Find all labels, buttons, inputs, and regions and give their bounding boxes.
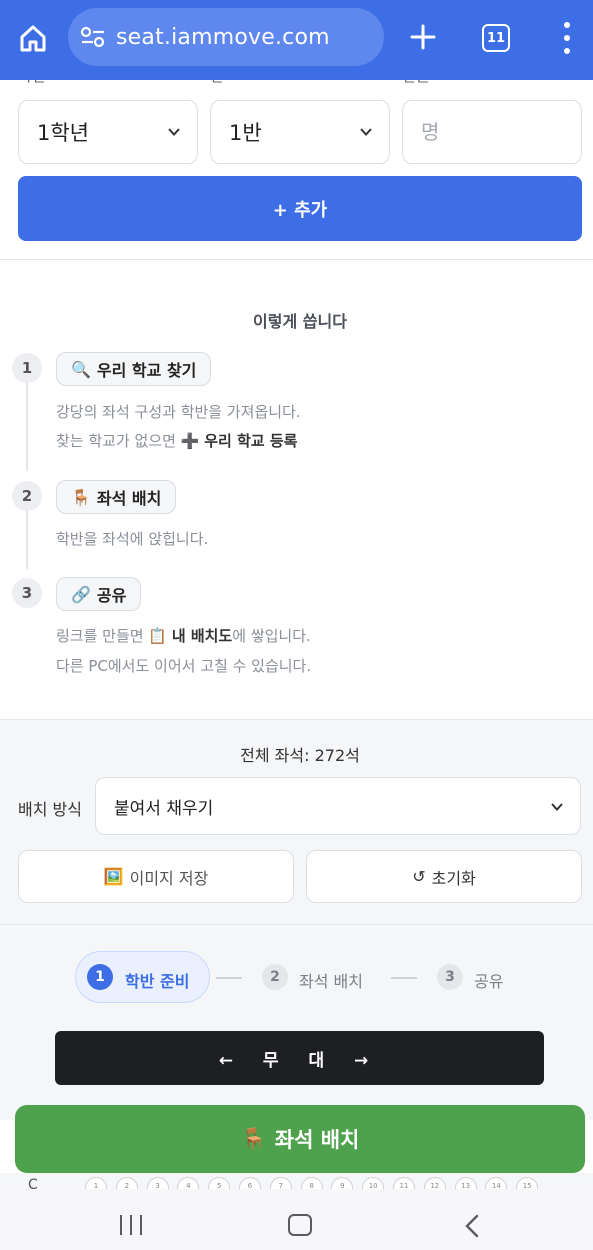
seat[interactable]: 4: [177, 1177, 200, 1189]
site-settings-icon[interactable]: [80, 26, 106, 48]
chevron-down-icon: [360, 128, 372, 136]
register-school-link[interactable]: 우리 학교 등록: [204, 432, 297, 450]
class-select[interactable]: 1반: [210, 100, 390, 164]
class-label: 반: [210, 80, 224, 92]
chip-label: 공유: [96, 586, 127, 605]
seat[interactable]: 5: [208, 1177, 231, 1189]
count-input[interactable]: [421, 120, 561, 144]
save-image-button[interactable]: 🖼️ 이미지 저장: [18, 850, 294, 903]
tab-switcher-button[interactable]: 11: [482, 24, 510, 52]
progress-step-1-label: 학반 준비: [125, 972, 190, 991]
placement-mode-select[interactable]: 붙여서 채우기: [95, 777, 581, 835]
seat[interactable]: 11: [393, 1177, 415, 1189]
reset-label: 초기화: [431, 868, 476, 888]
picture-icon: 🖼️: [103, 867, 124, 886]
stage-bar: ← 무 대 →: [55, 1031, 544, 1085]
url-text: seat.iammove.com: [116, 24, 330, 50]
seat[interactable]: 7: [269, 1177, 292, 1189]
section-divider: [0, 924, 593, 925]
seat[interactable]: 8: [300, 1177, 323, 1189]
total-seats-text: 전체 좌석: 272석: [240, 746, 360, 765]
step-number-2: 2: [12, 481, 42, 511]
progress-step-3-label[interactable]: 공유: [474, 968, 503, 992]
plus-icon: ➕: [180, 432, 200, 450]
chevron-down-icon: [168, 128, 180, 136]
seat[interactable]: 13: [454, 1177, 477, 1189]
howto-title: 이렇게 씁니다: [253, 312, 347, 331]
step-1-desc-line-2: 찾는 학교가 없으면 ➕ 우리 학교 등록: [56, 432, 298, 450]
grade-select[interactable]: 1학년: [18, 100, 198, 164]
seat[interactable]: 10: [362, 1177, 385, 1189]
progress-separator: [391, 977, 417, 979]
progress-step-2-number[interactable]: 2: [262, 964, 288, 990]
step-connector: [26, 383, 28, 471]
seat-preview-strip: C 1 2 3 4 5 6 7 8 9 10 11 12 13 14 15: [0, 1173, 593, 1189]
class-select-value: 1반: [229, 121, 262, 145]
clipboard-icon: 📋: [148, 627, 168, 645]
my-layouts-link[interactable]: 내 배치도: [172, 627, 232, 645]
seat[interactable]: 1: [85, 1177, 107, 1189]
step-connector: [26, 511, 28, 569]
save-image-label: 이미지 저장: [129, 868, 209, 888]
seat-layout-fab[interactable]: 🪑 좌석 배치: [15, 1105, 585, 1173]
step-number-1: 1: [12, 353, 42, 383]
progress-step-1-number: 1: [87, 964, 113, 990]
chip-label: 좌석 배치: [96, 489, 162, 508]
step-2-desc: 학반을 좌석에 앉힙니다.: [56, 530, 209, 548]
link-icon: 🔗: [71, 584, 91, 604]
share-chip[interactable]: 🔗 공유: [56, 577, 142, 611]
back-icon[interactable]: [462, 1214, 482, 1238]
fab-label: 좌석 배치: [274, 1128, 360, 1152]
chair-icon: 🪑: [240, 1126, 267, 1151]
grade-label: 학년: [18, 80, 46, 92]
more-menu-icon[interactable]: [556, 22, 578, 54]
row-letter: C: [28, 1177, 38, 1189]
seat[interactable]: 9: [331, 1177, 354, 1189]
step-3-desc-line-2: 다른 PC에서도 이어서 고칠 수 있습니다.: [56, 657, 312, 675]
reset-button[interactable]: ↺ 초기화: [306, 850, 582, 903]
section-divider: [0, 719, 593, 720]
new-tab-icon[interactable]: [404, 18, 442, 56]
recent-apps-icon[interactable]: [120, 1215, 142, 1235]
chevron-down-icon: [551, 803, 563, 811]
step-1-desc-line-1: 강당의 좌석 구성과 학반을 가져옵니다.: [56, 403, 301, 421]
reset-icon: ↺: [412, 867, 426, 886]
placement-mode-label: 배치 방식: [18, 800, 82, 819]
seat[interactable]: 15: [516, 1177, 539, 1189]
seat[interactable]: 2: [115, 1177, 138, 1189]
placement-mode-value: 붙여서 채우기: [114, 798, 214, 819]
progress-step-3-number[interactable]: 3: [437, 964, 463, 990]
browser-toolbar: seat.iammove.com 11: [0, 0, 593, 80]
seat[interactable]: 3: [146, 1177, 169, 1189]
chair-icon: 🪑: [71, 487, 91, 507]
progress-step-2-label[interactable]: 좌석 배치: [299, 968, 363, 992]
chip-label: 우리 학교 찾기: [96, 361, 197, 380]
count-label: 인원: [402, 80, 430, 92]
address-bar[interactable]: seat.iammove.com: [68, 8, 384, 66]
grade-select-value: 1학년: [37, 121, 90, 145]
step-number-3: 3: [12, 578, 42, 608]
home-icon[interactable]: [14, 20, 52, 56]
search-icon: 🔍: [71, 359, 91, 379]
step-3-desc-line-1: 링크를 만들면 📋 내 배치도에 쌓입니다.: [56, 627, 311, 645]
find-school-chip[interactable]: 🔍 우리 학교 찾기: [56, 352, 212, 386]
seat[interactable]: 6: [239, 1177, 261, 1189]
section-divider: [0, 259, 593, 260]
count-field[interactable]: [402, 100, 582, 164]
progress-separator: [216, 977, 242, 979]
home-nav-icon[interactable]: [288, 1214, 312, 1236]
seat[interactable]: 12: [423, 1177, 446, 1189]
seat-layout-chip[interactable]: 🪑 좌석 배치: [56, 480, 177, 514]
add-class-button[interactable]: + 추가: [18, 176, 582, 241]
seat[interactable]: 14: [485, 1177, 508, 1189]
